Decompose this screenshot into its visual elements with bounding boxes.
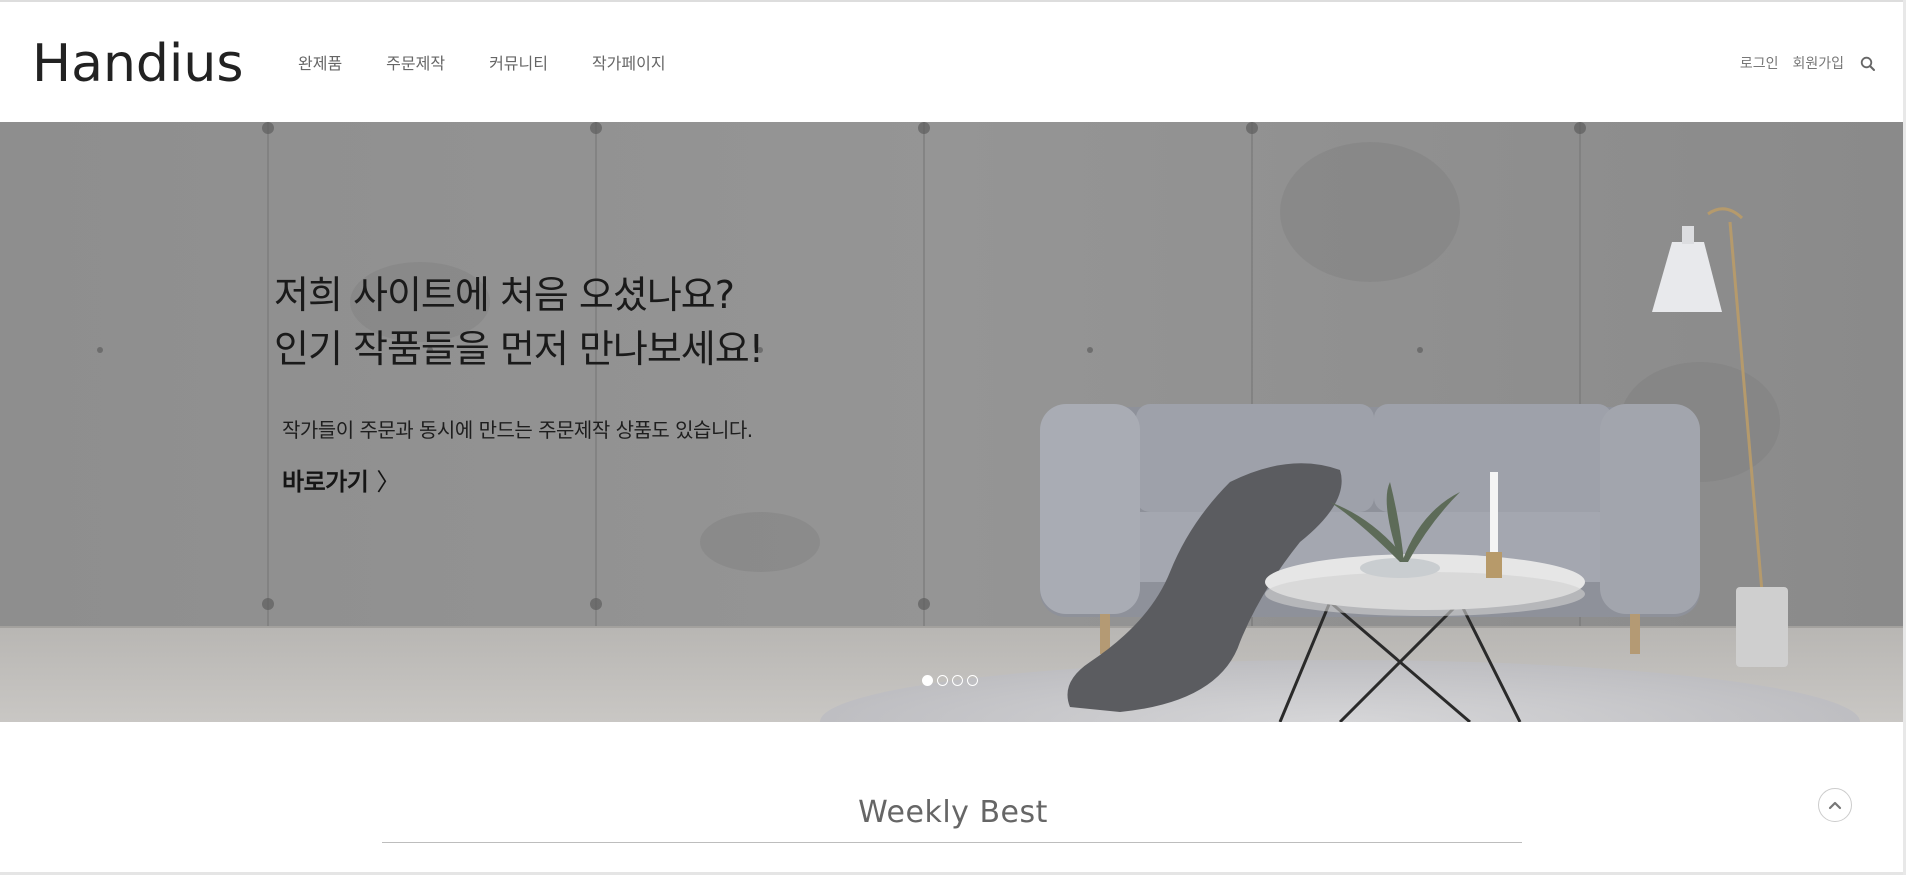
slide-dot-2[interactable] (937, 675, 948, 686)
slide-dot-1[interactable] (922, 675, 933, 686)
slide-dot-3[interactable] (952, 675, 963, 686)
slide-dot-4[interactable] (967, 675, 978, 686)
logo[interactable]: Handius (32, 34, 243, 94)
hero-headline-line-2: 인기 작품들을 먼저 만나보세요! (274, 327, 764, 371)
site-header: Handius 완제품 주문제작 커뮤니티 작가페이지 로그인 회원가입 (0, 0, 1906, 122)
nav-item-artist-page[interactable]: 작가페이지 (592, 52, 666, 76)
chevron-right-icon: 〉 (376, 468, 400, 496)
hero-headline-line-1: 저희 사이트에 처음 오셨나요? (274, 273, 735, 317)
logo-text: Handius (32, 34, 244, 94)
utility-links: 로그인 회원가입 (1726, 52, 1876, 76)
hero-cta-link[interactable]: 바로가기 〉 (282, 462, 400, 497)
section-title: Weekly Best (858, 794, 1048, 830)
chevron-up-icon (1828, 801, 1842, 810)
slide-indicators (922, 675, 978, 686)
hero-banner: 저희 사이트에 처음 오셨나요? 인기 작품들을 먼저 만나보세요! 작가들이 … (0, 122, 1906, 722)
section-divider (382, 842, 1522, 843)
signup-link[interactable]: 회원가입 (1792, 52, 1844, 76)
hero-subtext: 작가들이 주문과 동시에 만드는 주문제작 상품도 있습니다. (282, 418, 753, 442)
nav-item-custom-order[interactable]: 주문제작 (386, 52, 445, 76)
hero-cta-label: 바로가기 (282, 468, 369, 496)
scroll-top-button[interactable] (1818, 788, 1852, 822)
nav-item-finished-products[interactable]: 완제품 (298, 52, 342, 76)
main-nav: 완제품 주문제작 커뮤니티 작가페이지 (298, 52, 710, 76)
nav-item-community[interactable]: 커뮤니티 (489, 52, 548, 76)
hero-headline: 저희 사이트에 처음 오셨나요? 인기 작품들을 먼저 만나보세요! (274, 268, 764, 376)
login-link[interactable]: 로그인 (1740, 52, 1779, 76)
search-icon[interactable] (1860, 56, 1876, 72)
